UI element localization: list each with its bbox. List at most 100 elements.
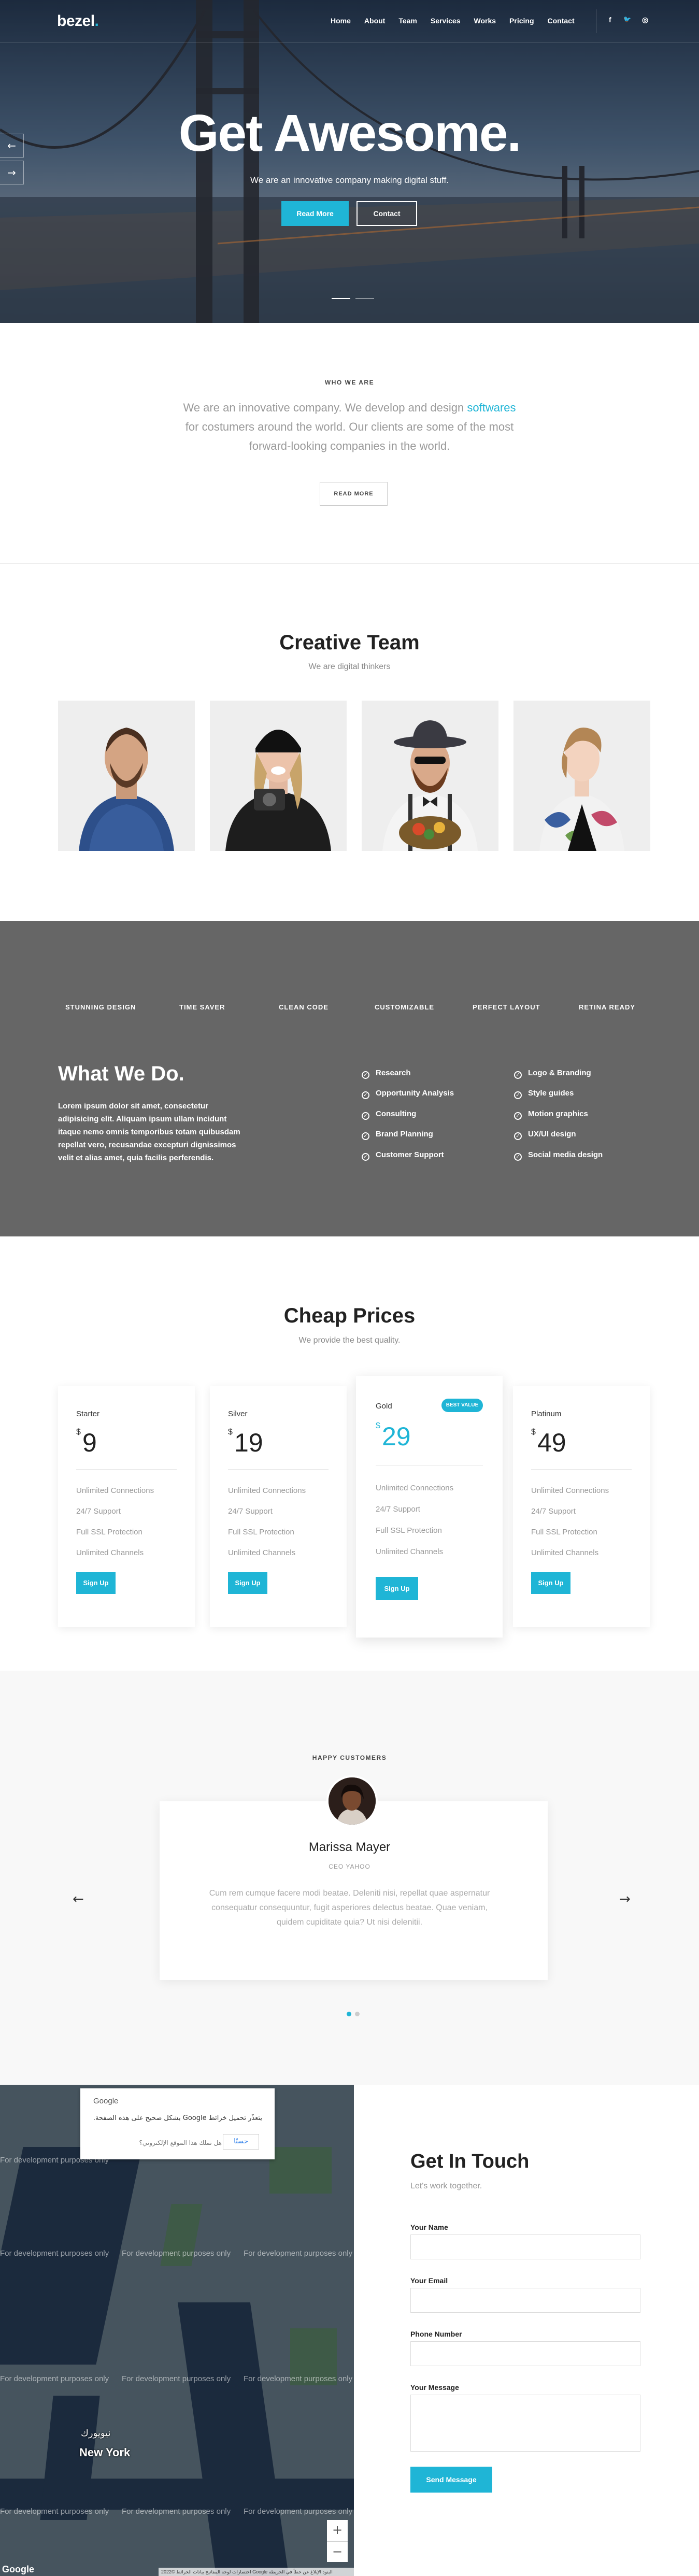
feature-item: ✓ Logo & Branding [514,1069,591,1079]
team-member-photo[interactable] [513,701,650,851]
about-highlight-link[interactable]: softwares [467,401,516,414]
email-field[interactable] [410,2288,640,2313]
sign-up-button[interactable]: Sign Up [76,1572,116,1594]
team-member-photo[interactable] [58,701,195,851]
feature-tab[interactable]: STUNNING DESIGN [65,1003,136,1011]
main-menu: Home About Team Services Works Pricing C… [331,17,588,25]
testimonial-role: CEO YAHOO [329,1863,370,1870]
plan-price: 49 [537,1428,566,1457]
instagram-icon[interactable]: ◎ [642,16,648,24]
nav-team[interactable]: Team [398,17,417,25]
about-read-more-button[interactable]: READ MORE [320,482,388,506]
testimonial-label: HAPPY CUSTOMERS [312,1754,387,1761]
hero-contact-button[interactable]: Contact [356,201,417,226]
avatar [326,1775,378,1827]
map-footer[interactable]: اختصارات لوحة المفاتيح بيانات الخرائط ©2… [159,2568,354,2576]
check-circle-icon: ✓ [362,1153,369,1161]
hero-slide-dot-active[interactable] [332,298,350,299]
plan-price: 29 [382,1422,411,1451]
map-owner-link[interactable]: هل تملك هذا الموقع الإلكتروني؟ [139,2139,222,2146]
message-label: Your Message [410,2383,459,2392]
logo[interactable]: bezel. [57,12,99,30]
testimonial-next-arrow[interactable]: → [619,1891,631,1907]
feature-item: ✓ Consulting [362,1109,416,1120]
message-field[interactable] [410,2395,640,2452]
plan-feature: Unlimited Connections [376,1484,454,1492]
nav-services[interactable]: Services [431,17,461,25]
hero-read-more-button[interactable]: Read More [281,201,349,226]
phone-field[interactable] [410,2341,640,2366]
map-error-dialog: Google يتعذّر تحميل خرائط Google بشكل صح… [80,2088,275,2159]
feature-tab[interactable]: RETINA READY [579,1003,635,1011]
feature-item: ✓ UX/UI design [514,1130,576,1140]
facebook-icon[interactable]: f [609,16,611,24]
plan-name: Starter [76,1410,100,1418]
map-watermark: For development purposes only [244,2374,353,2383]
sign-up-button[interactable]: Sign Up [376,1577,418,1600]
plan-feature: Unlimited Connections [228,1486,306,1495]
feature-tab[interactable]: CUSTOMIZABLE [375,1003,434,1011]
plan-feature: Unlimited Channels [376,1547,444,1556]
twitter-icon[interactable]: 🐦 [623,16,631,23]
plan-feature: Unlimited Channels [531,1548,599,1557]
map-dialog-ok-button[interactable]: حسنًا [223,2134,259,2150]
map-zoom-out-button[interactable]: − [327,2541,348,2562]
hero-title: Get Awesome. [178,104,522,162]
plan-feature: 24/7 Support [531,1507,576,1516]
check-circle-icon: ✓ [362,1112,369,1120]
name-label: Your Name [410,2223,448,2231]
check-circle-icon: ✓ [362,1091,369,1099]
plan-name: Silver [228,1410,248,1418]
testimonial-dot-active[interactable] [347,2012,351,2016]
plan-currency: $ [376,1421,380,1430]
team-member-photo[interactable] [210,701,347,851]
best-value-badge: BEST VALUE [441,1399,483,1412]
send-message-button[interactable]: Send Message [410,2467,492,2493]
team-member-photo[interactable] [362,701,498,851]
pricing-card-starter: Starter $ 9 Unlimited Connections 24/7 S… [58,1386,195,1627]
plan-feature: 24/7 Support [228,1507,273,1516]
pricing-title: Cheap Prices [283,1304,416,1327]
team-title: Creative Team [279,631,420,654]
plan-name: Platinum [531,1410,562,1418]
page: bezel. Home About Team Services Works Pr… [0,0,699,2576]
plan-feature: Full SSL Protection [76,1528,142,1536]
plan-name: Gold [376,1402,392,1411]
feature-item: ✓ Research [362,1069,411,1079]
hero-slide-dot[interactable] [355,298,374,299]
plan-currency: $ [76,1428,81,1436]
nav-contact[interactable]: Contact [548,17,575,25]
sign-up-button[interactable]: Sign Up [228,1572,267,1594]
check-circle-icon: ✓ [514,1153,522,1161]
feature-tab[interactable]: PERFECT LAYOUT [473,1003,540,1011]
map-watermark: For development purposes only [244,2249,353,2258]
what-we-do-text: Lorem ipsum dolor sit amet, consectetur … [58,1102,240,1162]
map-zoom-in-button[interactable]: + [327,2520,348,2541]
testimonial-dot[interactable] [355,2012,360,2016]
google-brand: Google [93,2097,119,2105]
plan-feature: 24/7 Support [376,1505,420,1514]
map-watermark: For development purposes only [244,2507,353,2516]
top-navigation: bezel. Home About Team Services Works Pr… [0,0,699,42]
feature-item: ✓ Social media design [514,1150,603,1161]
feature-tab[interactable]: CLEAN CODE [279,1003,329,1011]
plan-feature: Unlimited Channels [76,1548,144,1557]
feature-item: ✓ Opportunity Analysis [362,1089,454,1099]
contact-title: Get In Touch [410,2151,530,2172]
plan-currency: $ [531,1428,536,1436]
team-subtitle: We are digital thinkers [308,662,391,671]
plan-feature: Full SSL Protection [531,1528,597,1536]
nav-pricing[interactable]: Pricing [509,17,534,25]
feature-tab[interactable]: TIME SAVER [179,1003,225,1011]
testimonial-prev-arrow[interactable]: ← [73,1891,84,1907]
check-circle-icon: ✓ [514,1071,522,1079]
nav-works[interactable]: Works [474,17,496,25]
testimonial-quote: Cum rem cumque facere modi beatae. Delen… [209,1889,490,1927]
plan-currency: $ [228,1428,233,1436]
about-label: WHO WE ARE [324,379,375,386]
nav-about[interactable]: About [364,17,385,25]
plan-feature: Full SSL Protection [376,1526,442,1535]
name-field[interactable] [410,2235,640,2259]
nav-home[interactable]: Home [331,17,351,25]
sign-up-button[interactable]: Sign Up [531,1572,570,1594]
